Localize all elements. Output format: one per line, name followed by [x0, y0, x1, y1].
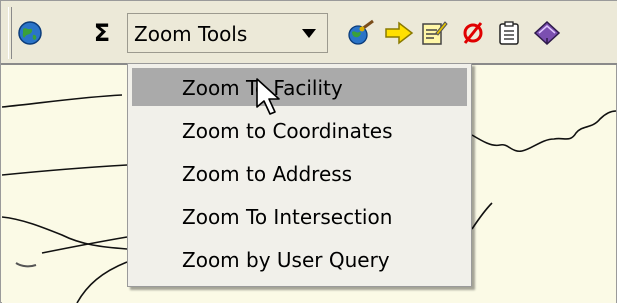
- application-window: Σ Zoom Tools Zoom Facility Zoom to Coord…: [0, 0, 617, 303]
- globe-brush-icon[interactable]: [345, 15, 377, 51]
- menu-item-zoom-to-address[interactable]: Zoom to Address: [132, 154, 467, 192]
- clipboard-icon[interactable]: [495, 15, 523, 51]
- menu-item-label: Zoom To Intersection: [182, 205, 393, 229]
- toolbar: Σ Zoom Tools: [1, 1, 617, 65]
- chevron-down-icon[interactable]: [302, 29, 316, 38]
- menu-item-label: Zoom by User Query: [182, 248, 390, 272]
- menu-item-zoom-to-facility[interactable]: Zoom To Facility: [132, 68, 467, 106]
- globe-icon[interactable]: [15, 15, 45, 51]
- menu-item-zoom-by-user-query[interactable]: Zoom by User Query: [132, 240, 467, 278]
- zoom-tools-dropdown[interactable]: Zoom Tools: [127, 13, 328, 53]
- menu-item-label: Zoom to Address: [182, 162, 353, 186]
- menu-item-zoom-to-intersection[interactable]: Zoom To Intersection: [132, 197, 467, 235]
- zoom-tools-menu: Zoom To Facility Zoom to Coordinates Zoo…: [127, 63, 472, 287]
- menu-item-label: Zoom to Coordinates: [182, 119, 393, 143]
- arrow-right-icon[interactable]: [383, 15, 415, 51]
- sigma-icon[interactable]: Σ: [89, 15, 115, 51]
- toolbar-grip[interactable]: [8, 7, 12, 59]
- menu-item-zoom-to-coordinates[interactable]: Zoom to Coordinates: [132, 111, 467, 149]
- zoom-tools-selected: Zoom Tools: [134, 22, 248, 46]
- edit-note-icon[interactable]: [419, 15, 449, 51]
- mouse-cursor-icon: [256, 78, 280, 115]
- book-icon[interactable]: [531, 15, 563, 51]
- no-entry-icon[interactable]: [459, 15, 487, 51]
